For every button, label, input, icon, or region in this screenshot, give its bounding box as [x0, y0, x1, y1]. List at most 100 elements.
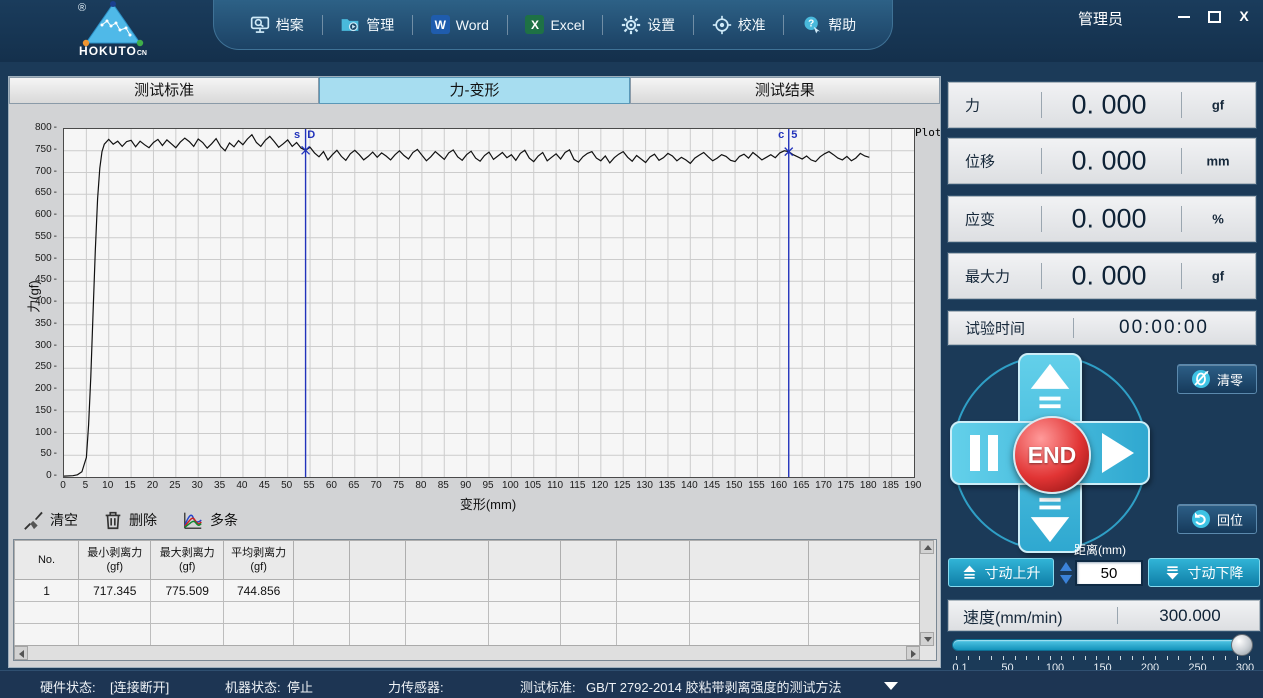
archive-monitor-icon [250, 15, 270, 35]
table-cell [809, 602, 920, 624]
y-tick-label: 450 [15, 274, 57, 285]
y-tick-label: 300 [15, 340, 57, 351]
stepper-down-icon[interactable] [1060, 575, 1072, 584]
end-stop-button[interactable]: END [1013, 416, 1091, 494]
table-cell [489, 602, 561, 624]
fast-up-button[interactable] [1028, 362, 1072, 412]
restore-button[interactable] [1207, 9, 1221, 23]
menu-item-archive[interactable]: 档案 [250, 15, 304, 35]
x-tick-label: 135 [655, 480, 679, 491]
table-cell [809, 624, 920, 646]
jog-up-icon [962, 565, 977, 580]
separator [1117, 607, 1118, 624]
close-button[interactable]: X [1237, 9, 1251, 23]
app-logo: HOKUTOCN [58, 1, 168, 61]
speed-label: 速度(mm/min) [963, 604, 1063, 628]
tab-bar: 测试标准 力-变形 测试结果 [9, 77, 940, 104]
x-tick-label: 80 [409, 480, 433, 491]
x-tick-label: 15 [118, 480, 142, 491]
readout-force: 力 0. 000 gf [948, 82, 1256, 128]
readout-value: 00:00:00 [1079, 317, 1249, 339]
scroll-up-button[interactable] [920, 540, 934, 554]
standard-dropdown-arrow[interactable] [884, 682, 898, 690]
chart-cursor-label: c 5 [778, 129, 799, 141]
delete-label: 删除 [129, 510, 157, 530]
table-row[interactable] [15, 602, 920, 624]
menu-separator [693, 15, 694, 35]
force-deformation-chart[interactable]: s Dc 5 [63, 128, 915, 478]
jog-down-button[interactable]: 寸动下降 [1148, 558, 1260, 587]
slider-tick [1073, 656, 1074, 660]
table-cell [15, 624, 79, 646]
tab-test-standard[interactable]: 测试标准 [9, 77, 319, 104]
x-tick-label: 95 [476, 480, 500, 491]
y-tick-label: 700 [15, 166, 57, 177]
slider-tick [1155, 656, 1156, 660]
tab-force-deformation[interactable]: 力-变形 [319, 77, 629, 104]
table-cell [294, 624, 350, 646]
readout-label: 力 [965, 95, 980, 116]
clear-label: 清空 [50, 510, 78, 530]
slider-tick [1143, 656, 1144, 660]
play-button[interactable] [1096, 431, 1136, 475]
x-tick-label: 85 [431, 480, 455, 491]
return-home-button[interactable]: 回位 [1177, 504, 1257, 534]
slider-knob[interactable] [1231, 634, 1253, 656]
clear-button[interactable]: 清空 [23, 509, 78, 531]
table-cell: 744.856 [223, 580, 293, 602]
fast-down-button[interactable] [1028, 494, 1072, 544]
stepper-up-icon[interactable] [1060, 562, 1072, 571]
menu-separator [783, 15, 784, 35]
menu-item-label: 帮助 [828, 15, 856, 35]
separator [1041, 263, 1042, 289]
readout-label: 位移 [965, 151, 995, 172]
current-user-label: 管理员 [1078, 8, 1123, 29]
x-tick-label: 180 [856, 480, 880, 491]
menu-item-calibrate[interactable]: 校准 [712, 15, 766, 35]
table-row[interactable] [15, 624, 920, 646]
results-grid: No.最小剥离力(gf)最大剥离力(gf)平均剥离力(gf)1717.34577… [14, 540, 920, 646]
minimize-button[interactable] [1177, 9, 1191, 23]
menu-item-word[interactable]: W Word [431, 15, 489, 34]
control-panel: 力 0. 000 gf 位移 0. 000 mm 应变 0. 000 % 最大力… [945, 76, 1263, 668]
menu-item-label: Word [456, 17, 489, 33]
zero-button[interactable]: 清零 [1177, 364, 1257, 394]
table-cell: 717.345 [79, 580, 151, 602]
readout-test-time: 试验时间 00:00:00 [948, 311, 1256, 345]
distance-input[interactable] [1075, 560, 1143, 586]
slider-tick [1237, 656, 1238, 660]
vertical-scrollbar[interactable] [919, 540, 936, 646]
separator [1181, 148, 1182, 174]
table-header-cell: 最小剥离力(gf) [79, 541, 151, 580]
menu-item-settings[interactable]: 设置 [621, 15, 675, 35]
delete-button[interactable]: 删除 [102, 509, 157, 531]
slider-tick [1096, 656, 1097, 660]
x-tick-label: 25 [163, 480, 187, 491]
scroll-left-button[interactable] [14, 646, 28, 660]
x-tick-label: 55 [297, 480, 321, 491]
distance-stepper[interactable] [1059, 559, 1073, 587]
tab-test-results[interactable]: 测试结果 [630, 77, 940, 104]
table-cell [151, 624, 223, 646]
slider-track[interactable] [952, 639, 1252, 651]
jog-up-button[interactable]: 寸动上升 [948, 558, 1054, 587]
distance-label: 距离(mm) [1055, 541, 1145, 558]
menu-item-manage[interactable]: 管理 [340, 15, 394, 35]
table-cell [79, 602, 151, 624]
scroll-right-button[interactable] [906, 646, 920, 660]
test-standard-value: GB/T 2792-2014 胶粘带剥离强度的测试方法 [586, 677, 842, 696]
scroll-down-button[interactable] [920, 632, 934, 646]
slider-tick [956, 656, 957, 660]
table-cell [294, 580, 350, 602]
table-header-cell: No. [15, 541, 79, 580]
separator [1181, 206, 1182, 232]
multi-curve-button[interactable]: 多条 [181, 509, 238, 531]
menu-item-excel[interactable]: X Excel [525, 15, 584, 34]
separator [1041, 206, 1042, 232]
menu-item-help[interactable]: ? 帮助 [802, 15, 856, 35]
main-content-panel: 测试标准 力-变形 测试结果 力(gf) s Dc 5 050100150200… [8, 76, 941, 668]
x-tick-label: 0 [51, 480, 75, 491]
table-row[interactable]: 1717.345775.509744.856 [15, 580, 920, 602]
pause-button[interactable] [964, 431, 1004, 475]
horizontal-scrollbar[interactable] [14, 645, 920, 660]
